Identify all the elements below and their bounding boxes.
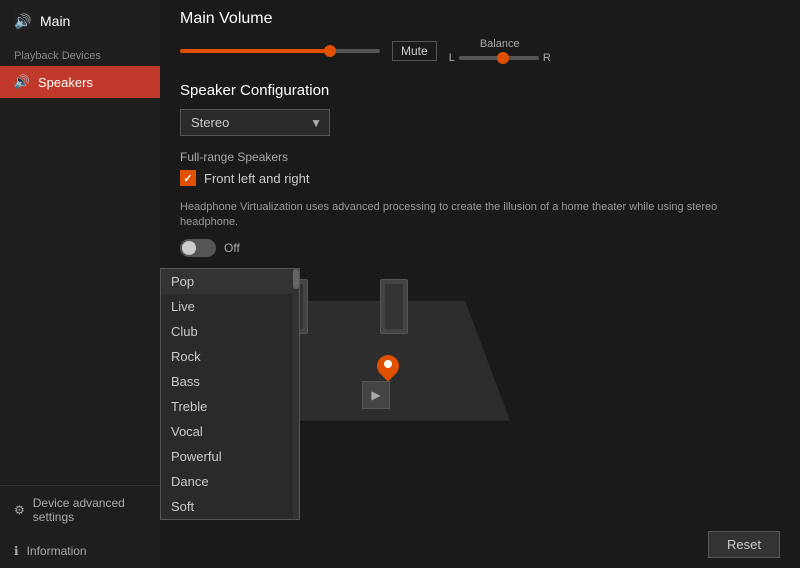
playback-devices-label: Playback Devices	[0, 42, 160, 66]
mute-label: Mute	[401, 44, 428, 58]
volume-fill	[180, 49, 330, 53]
toggle-state-label: Off	[224, 241, 240, 255]
dropdown-item-club[interactable]: Club	[161, 319, 299, 344]
balance-section: Balance L R	[449, 38, 551, 64]
balance-row: L R	[449, 52, 551, 64]
dropdown-item-bass[interactable]: Bass	[161, 369, 299, 394]
balance-thumb[interactable]	[497, 52, 509, 64]
balance-left-label: L	[449, 52, 455, 64]
full-range-title: Full-range Speakers	[180, 150, 776, 164]
reset-button[interactable]: Reset	[708, 531, 780, 558]
dropdown-scrollbar[interactable]	[293, 269, 299, 519]
dropdown-item-dance[interactable]: Dance	[161, 469, 299, 494]
volume-slider[interactable]	[180, 49, 380, 53]
speaker-config-title: Speaker Configuration	[180, 82, 776, 99]
front-left-right-checkbox[interactable]	[180, 170, 196, 186]
device-advanced-settings[interactable]: ⚙ Device advanced settings	[0, 486, 160, 534]
front-left-right-label: Front left and right	[204, 171, 310, 186]
info-icon: ℹ	[14, 544, 19, 558]
balance-right-label: R	[543, 52, 551, 64]
sidebar-item-label: Speakers	[38, 75, 93, 90]
play-button[interactable]: ▶	[362, 381, 390, 409]
virt-description: Headphone Virtualization uses advanced p…	[180, 200, 760, 231]
balance-slider[interactable]	[459, 56, 539, 60]
scrollbar-thumb	[293, 269, 299, 289]
balance-label: Balance	[449, 38, 551, 50]
information-item[interactable]: ℹ Information	[0, 534, 160, 568]
front-left-right-row: Front left and right	[180, 170, 776, 186]
main-content: Main Volume Mute Balance L R Speaker Con…	[160, 0, 800, 568]
dropdown-item-treble[interactable]: Treble	[161, 394, 299, 419]
dropdown-item-vocal[interactable]: Vocal	[161, 419, 299, 444]
sidebar-bottom: ⚙ Device advanced settings ℹ Information	[0, 485, 160, 568]
sidebar-item-speakers[interactable]: 🔊 Speakers	[0, 66, 160, 98]
device-advanced-label: Device advanced settings	[33, 496, 146, 524]
equalizer-dropdown: Pop Live Club Rock Bass Treble Vocal Pow…	[160, 268, 300, 520]
dropdown-item-pop[interactable]: Pop	[161, 269, 299, 294]
stereo-select-wrapper: Stereo ▼	[180, 109, 330, 136]
volume-title: Main Volume	[180, 10, 776, 28]
dropdown-item-powerful[interactable]: Powerful	[161, 444, 299, 469]
mute-button[interactable]: Mute	[392, 41, 437, 61]
pin-dot	[384, 360, 392, 368]
speakers-icon: 🔊	[14, 74, 30, 90]
sidebar-title: Main	[40, 13, 70, 29]
gear-icon: ⚙	[14, 503, 25, 517]
sidebar-header: 🔊 Main	[0, 0, 160, 42]
information-label: Information	[27, 544, 87, 558]
volume-row: Mute Balance L R	[180, 38, 776, 64]
volume-thumb[interactable]	[324, 45, 336, 57]
toggle-row: Off	[180, 239, 776, 257]
dropdown-item-live[interactable]: Live	[161, 294, 299, 319]
dropdown-item-soft[interactable]: Soft	[161, 494, 299, 519]
virt-toggle[interactable]	[180, 239, 216, 257]
main-icon: 🔊	[14, 12, 32, 30]
sidebar: 🔊 Main Playback Devices 🔊 Speakers ⚙ Dev…	[0, 0, 160, 568]
stereo-select[interactable]: Stereo	[180, 109, 330, 136]
dropdown-item-rock[interactable]: Rock	[161, 344, 299, 369]
speaker-right	[380, 279, 408, 334]
